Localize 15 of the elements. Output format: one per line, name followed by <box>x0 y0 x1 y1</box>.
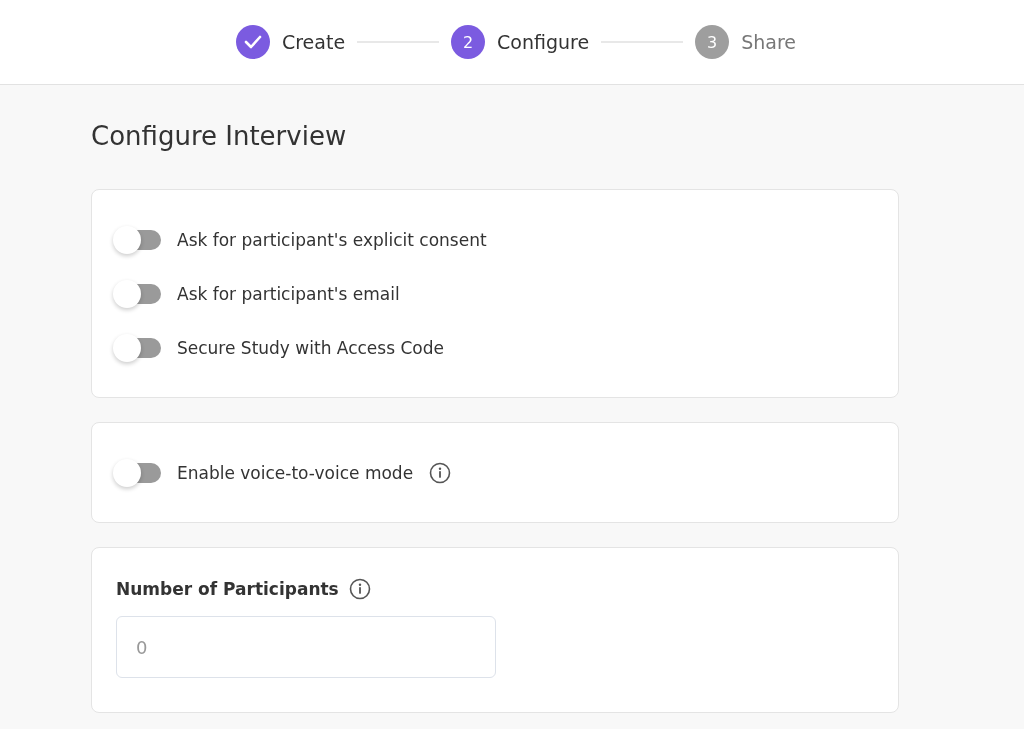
step-number: 3 <box>695 25 730 59</box>
participants-input[interactable]: 0 <box>116 616 496 678</box>
info-icon[interactable] <box>348 578 371 600</box>
page-title: Configure Interview <box>91 121 348 151</box>
info-icon[interactable] <box>429 462 452 484</box>
step-label: Create <box>281 31 346 53</box>
check-icon <box>243 35 262 49</box>
step-label: Share <box>741 31 797 53</box>
toggle-label: Ask for participant's email <box>177 284 400 304</box>
toggle-label: Secure Study with Access Code <box>177 338 444 358</box>
toggle-label: Ask for participant's explicit consent <box>177 230 487 250</box>
step-label: Configure <box>497 31 590 53</box>
step-number: 2 <box>451 25 486 59</box>
field-label: Number of Participants <box>116 579 339 599</box>
toggle-label: Enable voice-to-voice mode <box>177 463 414 483</box>
